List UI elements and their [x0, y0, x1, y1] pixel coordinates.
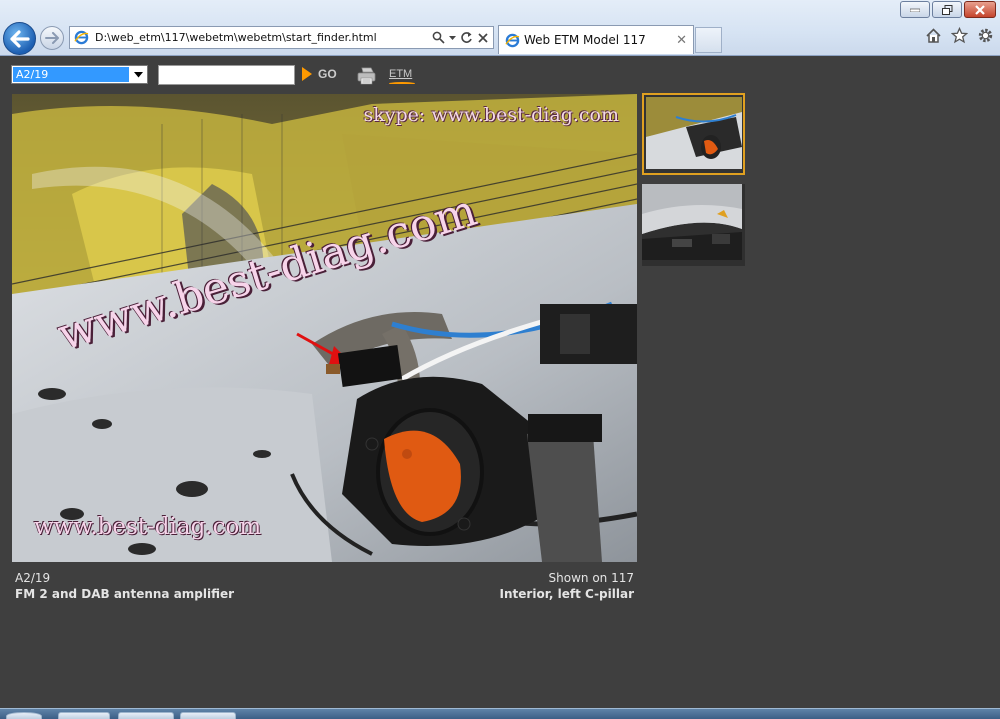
restore-button[interactable]: [932, 1, 962, 18]
caption-left: A2/19 FM 2 and DAB antenna amplifier: [15, 571, 234, 601]
minimize-button[interactable]: [900, 1, 930, 18]
tab-ie-logo-icon: [505, 33, 520, 47]
forward-button[interactable]: [40, 26, 64, 50]
close-window-button[interactable]: [964, 1, 996, 18]
component-location: Interior, left C-pillar: [499, 587, 634, 601]
finder-toolbar: A2/19 GO ETM: [0, 60, 1000, 90]
etm-swoosh-icon: [389, 82, 415, 85]
watermark-skype: skype: www.best-diag.com: [363, 104, 620, 126]
minimize-icon: [910, 8, 920, 12]
go-label: GO: [318, 67, 337, 81]
thumbnail-1-selected[interactable]: [642, 93, 745, 175]
etm-link-label: ETM: [389, 68, 413, 80]
browser-tools: [925, 27, 994, 44]
component-photo: skype: www.best-diag.com www.best-diag.c…: [12, 94, 637, 562]
search-input[interactable]: [158, 65, 295, 85]
etm-link[interactable]: ETM: [389, 68, 415, 84]
component-description: FM 2 and DAB antenna amplifier: [15, 587, 235, 601]
address-actions: [432, 31, 493, 44]
caption-right: Shown on 117 Interior, left C-pillar: [500, 571, 634, 601]
home-icon[interactable]: [925, 27, 942, 44]
watermark-bottom: www.best-diag.com: [34, 514, 262, 540]
ie-logo-icon: [74, 30, 89, 45]
thumbnail-2[interactable]: [642, 184, 745, 266]
taskbar-item-3[interactable]: [180, 712, 236, 719]
tab-close-icon[interactable]: ✕: [676, 33, 687, 48]
address-bar[interactable]: D:\web_etm\117\webetm\webetm\start_finde…: [69, 26, 494, 49]
new-tab-button[interactable]: [695, 27, 722, 53]
shown-on-text: Shown on 117: [548, 571, 634, 585]
thumbnail-2-image: [642, 184, 742, 260]
component-select[interactable]: A2/19: [11, 65, 148, 84]
taskbar-item-2[interactable]: [118, 712, 174, 719]
close-icon: [975, 4, 985, 15]
forward-arrow-icon: [45, 32, 59, 44]
chevron-down-icon[interactable]: [130, 66, 147, 83]
go-button[interactable]: GO: [302, 67, 337, 81]
browser-chrome: D:\web_etm\117\webetm\webetm\start_finde…: [0, 0, 1000, 56]
start-button[interactable]: [6, 712, 42, 719]
windows-taskbar: [0, 708, 1000, 719]
back-arrow-icon: [9, 29, 30, 48]
tools-gear-icon[interactable]: [977, 27, 994, 44]
restore-icon: [941, 4, 952, 15]
component-select-value[interactable]: A2/19: [13, 67, 129, 82]
dropdown-arrow-icon[interactable]: [449, 31, 456, 44]
window-controls: [900, 1, 996, 18]
address-url[interactable]: D:\web_etm\117\webetm\webetm\start_finde…: [95, 31, 432, 44]
tab-title: Web ETM Model 117: [524, 33, 646, 47]
refresh-icon[interactable]: [460, 31, 473, 44]
stop-icon[interactable]: [477, 31, 489, 44]
tab-web-etm[interactable]: Web ETM Model 117 ✕: [498, 25, 694, 54]
component-code: A2/19: [15, 571, 51, 585]
play-arrow-icon: [302, 67, 312, 81]
search-icon[interactable]: [432, 31, 445, 44]
back-button[interactable]: [3, 22, 36, 55]
print-icon[interactable]: [357, 67, 377, 85]
taskbar-item-1[interactable]: [58, 712, 110, 719]
thumbnail-1-image: [646, 97, 742, 169]
favorites-star-icon[interactable]: [951, 27, 968, 44]
